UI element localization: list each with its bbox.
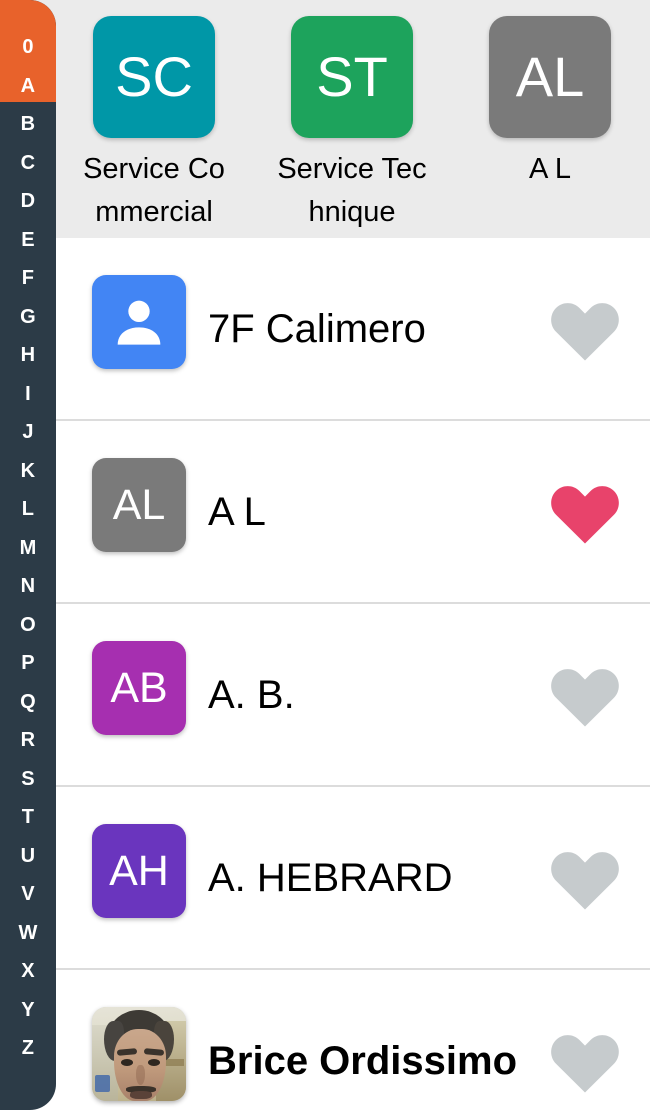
contact-avatar[interactable]: AH — [92, 824, 186, 918]
alphabet-index-letter-j[interactable]: J — [0, 422, 56, 442]
alphabet-index-letter-s[interactable]: S — [0, 769, 56, 789]
alphabet-index-letter-h[interactable]: H — [0, 345, 56, 365]
contact-name: 7F Calimero — [208, 306, 426, 351]
heart-outline-icon[interactable] — [548, 661, 622, 729]
alphabet-index-letter-b[interactable]: B — [0, 114, 56, 134]
favorite-item-a-l[interactable]: AL A L — [470, 16, 630, 191]
alphabet-index-sidebar[interactable]: 0 ABCDEFGHIJKLMNOPQRSTUVWXYZ — [0, 0, 56, 1110]
alphabet-index-letter-k[interactable]: K — [0, 461, 56, 481]
heart-outline-icon[interactable] — [548, 844, 622, 912]
alphabet-index-letter-0[interactable]: 0 — [0, 37, 56, 57]
table-row[interactable]: AB A. B. — [0, 604, 650, 787]
heart-outline-icon[interactable] — [548, 295, 622, 363]
favorite-toggle[interactable] — [542, 238, 628, 419]
favorite-toggle[interactable] — [542, 421, 628, 602]
person-icon — [117, 300, 161, 345]
favorite-item-service-technique[interactable]: ST Service Technique — [272, 16, 432, 234]
contact-initials-text: AL — [112, 480, 166, 529]
alphabet-index-letter-t[interactable]: T — [0, 807, 56, 827]
alphabet-index-letter-w[interactable]: W — [0, 923, 56, 943]
alphabet-index-letter-x[interactable]: X — [0, 961, 56, 981]
alphabet-index-letter-c[interactable]: C — [0, 153, 56, 173]
favorites-bar: SC Service Commercial ST Service Techniq… — [0, 0, 650, 238]
favorite-name-label: Service Commercial — [83, 153, 225, 228]
heart-outline-icon[interactable] — [548, 1027, 622, 1095]
alphabet-index-letter-r[interactable]: R — [0, 730, 56, 750]
favorite-name-label: A L — [529, 153, 571, 185]
alphabet-index-letter-v[interactable]: V — [0, 884, 56, 904]
contact-avatar[interactable]: AB — [92, 641, 186, 735]
favorite-name-label: Service Technique — [277, 153, 427, 228]
alphabet-index-letter-l[interactable]: L — [0, 499, 56, 519]
alphabet-index-letter-d[interactable]: D — [0, 191, 56, 211]
alphabet-index-letter-o[interactable]: O — [0, 615, 56, 635]
contacts-screen: SC Service Commercial ST Service Techniq… — [0, 0, 650, 1110]
favorite-initials-text: ST — [316, 45, 388, 108]
alphabet-index-letter-u[interactable]: U — [0, 846, 56, 866]
favorite-toggle[interactable] — [542, 970, 628, 1110]
alphabet-index-letter-n[interactable]: N — [0, 576, 56, 596]
alphabet-index-letter-y[interactable]: Y — [0, 1000, 56, 1020]
table-row[interactable]: 7F Calimero — [0, 238, 650, 421]
favorite-avatar-initials[interactable]: AL — [489, 16, 611, 138]
favorite-initials-text: AL — [515, 45, 585, 108]
table-row[interactable]: Brice Ordissimo — [0, 970, 650, 1110]
alphabet-index-letter-q[interactable]: Q — [0, 692, 56, 712]
contact-list[interactable]: 7F Calimero AL A L AB A. B. AH A. HEBRAR… — [0, 238, 650, 1110]
contact-initials-text: AB — [110, 663, 168, 712]
favorite-item-service-commercial[interactable]: SC Service Commercial — [74, 16, 234, 234]
favorite-toggle[interactable] — [542, 787, 628, 968]
favorite-avatar-initials[interactable]: SC — [93, 16, 215, 138]
table-row[interactable]: AH A. HEBRARD — [0, 787, 650, 970]
contact-avatar[interactable]: AL — [92, 458, 186, 552]
contact-name: A. HEBRARD — [208, 855, 453, 900]
alphabet-index-letter-p[interactable]: P — [0, 653, 56, 673]
alphabet-index-letter-i[interactable]: I — [0, 384, 56, 404]
alphabet-index-letter-e[interactable]: E — [0, 230, 56, 250]
alphabet-index-letter-m[interactable]: M — [0, 538, 56, 558]
alphabet-index-letter-g[interactable]: G — [0, 307, 56, 327]
table-row[interactable]: AL A L — [0, 421, 650, 604]
contact-name: A. B. — [208, 672, 295, 717]
contact-photo-image — [92, 1007, 186, 1101]
favorite-avatar-initials[interactable]: ST — [291, 16, 413, 138]
alphabet-index-letter-z[interactable]: Z — [0, 1038, 56, 1058]
favorite-toggle[interactable] — [542, 604, 628, 785]
contact-name: A L — [208, 489, 266, 534]
heart-filled-icon[interactable] — [548, 478, 622, 546]
alphabet-index-letter-a[interactable]: A — [0, 76, 56, 96]
alphabet-index-letters: 0 ABCDEFGHIJKLMNOPQRSTUVWXYZ — [0, 0, 56, 1110]
contact-avatar-photo[interactable] — [92, 1007, 186, 1101]
contact-initials-text: AH — [109, 846, 169, 895]
contact-name: Brice Ordissimo — [208, 1038, 518, 1083]
alphabet-index-letter-f[interactable]: F — [0, 268, 56, 288]
favorite-initials-text: SC — [115, 45, 193, 108]
contact-avatar[interactable] — [92, 275, 186, 369]
